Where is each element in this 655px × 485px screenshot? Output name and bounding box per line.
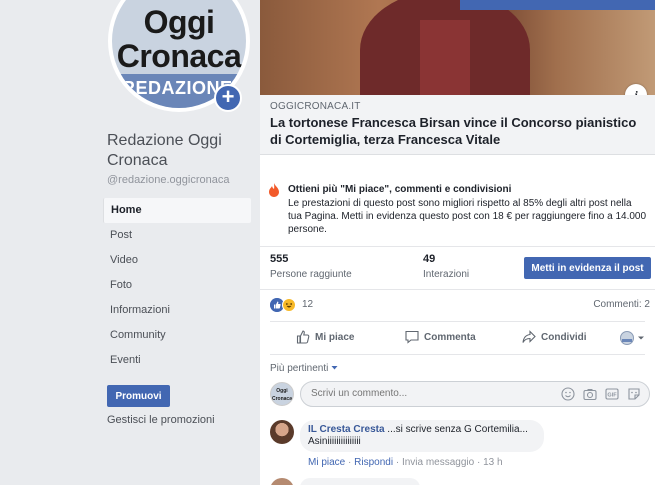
haha-reaction-icon[interactable] <box>282 298 296 312</box>
sticker-icon[interactable] <box>627 387 641 401</box>
reactions-bar: 12 Commenti: 2 <box>260 292 655 318</box>
fire-icon <box>269 183 279 197</box>
boost-suggestion: Ottieni più "Mi piace", commenti e condi… <box>260 170 655 246</box>
comment-input[interactable] <box>311 388 541 399</box>
like-icon <box>296 330 310 344</box>
comment-as-selector[interactable] <box>620 331 645 345</box>
comment-label: Commenta <box>424 331 476 343</box>
reach-value: 555 <box>270 253 289 265</box>
reach-label: Persone raggiunte <box>270 269 352 280</box>
comment-sort-dropdown[interactable]: Più pertinenti <box>270 363 338 374</box>
boost-body: Le prestazioni di questo post sono migli… <box>288 198 647 235</box>
avatar-logo-line2: Cronaca <box>116 38 242 74</box>
link-preview-image[interactable] <box>260 0 655 95</box>
reaction-count[interactable]: 12 <box>302 299 313 310</box>
nav-item-eventi[interactable]: Eventi <box>103 348 251 373</box>
avatar-logo-line1: Oggi <box>143 4 215 40</box>
nav-item-community[interactable]: Community <box>103 323 251 348</box>
comment-time[interactable]: 13 h <box>483 457 502 468</box>
page-sidebar: Oggi Cronaca REDAZIONE + Redazione Oggi … <box>0 0 258 485</box>
gif-icon[interactable]: GIF <box>605 387 619 401</box>
page-avatar-small-icon <box>620 331 634 345</box>
promote-button[interactable]: Promuovi <box>107 385 170 407</box>
page-handle[interactable]: @redazione.oggicronaca <box>107 174 229 186</box>
add-photo-icon[interactable]: + <box>214 84 242 112</box>
hero-detail <box>420 20 470 95</box>
boost-post-button[interactable]: Metti in evidenza il post <box>524 257 651 279</box>
page-nav: Home Post Video Foto Informazioni Commun… <box>103 198 251 373</box>
comment-meta: Mi piace · Rispondi · Invia messaggio · … <box>308 457 503 468</box>
composer-tools: GIF <box>561 387 641 401</box>
nav-item-home[interactable]: Home <box>103 198 251 223</box>
emoji-icon[interactable] <box>561 387 575 401</box>
link-domain: OGGICRONACA.IT <box>270 101 361 112</box>
nav-item-informazioni[interactable]: Informazioni <box>103 298 251 323</box>
interactions-value: 49 <box>423 253 436 265</box>
nav-item-foto[interactable]: Foto <box>103 273 251 298</box>
link-preview[interactable]: OGGICRONACA.IT La tortonese Francesca Bi… <box>260 95 655 155</box>
page-title[interactable]: Redazione Oggi Cronaca <box>107 131 257 171</box>
comment-composer: Oggi Cronaca GIF <box>270 381 650 409</box>
nav-item-video[interactable]: Video <box>103 248 251 273</box>
share-icon <box>522 330 536 343</box>
commenter-avatar[interactable] <box>270 478 294 485</box>
post-actions: Mi piace Commenta Condividi <box>260 322 655 354</box>
composer-avatar: Oggi Cronaca <box>270 382 294 406</box>
comment-input-box[interactable]: GIF <box>300 381 650 407</box>
manage-promotions-link[interactable]: Gestisci le promozioni <box>107 414 215 426</box>
comment-icon <box>405 330 419 344</box>
link-title: La tortonese Francesca Birsan vince il C… <box>270 115 637 147</box>
like-label: Mi piace <box>315 331 355 343</box>
chevron-down-icon <box>638 336 644 340</box>
commenter-avatar[interactable] <box>270 420 294 444</box>
comment-count[interactable]: Commenti: 2 <box>593 299 650 310</box>
boost-headline: Ottieni più "Mi piace", commenti e condi… <box>288 184 512 195</box>
comment-reply-link[interactable]: Rispondi <box>354 457 393 468</box>
comment-author[interactable]: IL Cresta Cresta <box>308 424 385 435</box>
share-label: Condividi <box>541 331 587 343</box>
sort-label: Più pertinenti <box>270 363 329 374</box>
comment-button[interactable]: Commenta <box>405 330 476 344</box>
like-button[interactable]: Mi piace <box>296 330 354 344</box>
comment-bubble: IL Cresta Cresta ...si scrive senza G Co… <box>300 420 544 452</box>
camera-icon[interactable] <box>583 387 597 401</box>
comment-bubble <box>300 478 420 485</box>
post-card: i OGGICRONACA.IT La tortonese Francesca … <box>260 0 655 485</box>
post-stats: 555 Persone raggiunte 49 Interazioni Met… <box>260 247 655 289</box>
svg-text:GIF: GIF <box>607 393 617 399</box>
nav-item-post[interactable]: Post <box>103 223 251 248</box>
interactions-label: Interazioni <box>423 269 470 280</box>
comment-message-link[interactable]: Invia messaggio <box>402 457 474 468</box>
divider <box>270 354 645 355</box>
comment-like-link[interactable]: Mi piace <box>308 457 345 468</box>
hero-overlay-band <box>460 0 655 10</box>
divider <box>260 289 655 290</box>
share-button[interactable]: Condividi <box>522 330 587 344</box>
caret-down-icon <box>331 366 338 370</box>
